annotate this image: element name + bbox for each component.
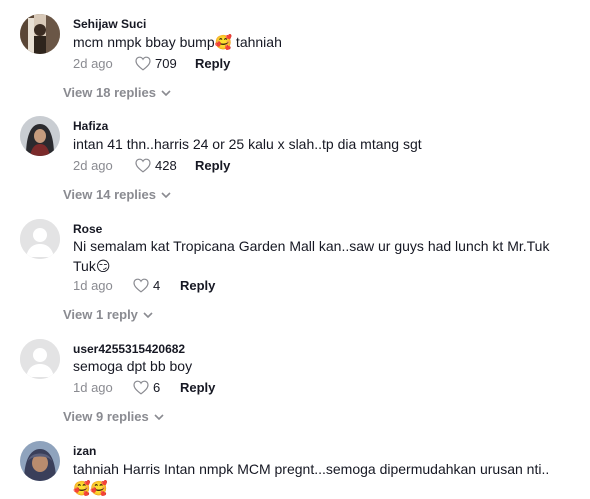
comment-text: tahniah Harris Intan nmpk MCM pregnt...s… [73,459,573,499]
comment-text-tail: tahniah [232,34,282,50]
avatar[interactable] [20,219,60,259]
avatar-photo [20,116,60,156]
comment-text-line: tahniah Harris Intan nmpk MCM pregnt...s… [73,461,550,477]
like-count: 4 [153,278,161,293]
comment-date: 1d ago [73,380,113,395]
view-replies-label: View 14 replies [63,187,156,202]
reply-button[interactable]: Reply [195,56,230,71]
avatar[interactable] [20,14,60,54]
avatar-photo [20,14,60,54]
comment-text: semoga dpt bb boy [73,358,193,374]
default-avatar-icon [20,219,60,259]
chevron-down-icon [161,191,171,198]
view-replies-button[interactable]: View 18 replies [63,85,171,100]
reply-button[interactable]: Reply [180,278,215,293]
comment-text: Ni semalam kat Tropicana Garden Mall kan… [73,236,573,277]
like-count: 709 [155,56,177,71]
reply-button[interactable]: Reply [180,380,215,395]
like-button[interactable]: 4 [133,278,160,293]
avatar[interactable] [20,116,60,156]
view-replies-label: View 18 replies [63,85,156,100]
comment-date: 2d ago [73,158,113,173]
heart-outline-icon [133,278,149,293]
view-replies-button[interactable]: View 14 replies [63,187,171,202]
view-replies-button[interactable]: View 1 reply [63,307,153,322]
like-button[interactable]: 6 [133,380,160,395]
view-replies-label: View 9 replies [63,409,149,424]
comment-text: mcm nmpk bbay bump🥰 tahniah [73,32,573,53]
smiling-face-hearts-emoji: 🥰🥰 [73,481,108,497]
comment-text-line: Tuk😏 [73,256,573,277]
comment-username[interactable]: Sehijaw Suci [73,17,146,31]
avatar[interactable] [20,339,60,379]
like-button[interactable]: 709 [135,56,177,71]
comment-text-word: Tuk [73,258,96,274]
like-count: 428 [155,158,177,173]
comment-date: 1d ago [73,278,113,293]
comment-text-line: Ni semalam kat Tropicana Garden Mall kan… [73,238,550,254]
default-avatar-icon [20,339,60,379]
comment-username[interactable]: izan [73,444,96,458]
like-count: 6 [153,380,161,395]
smirking-face-emoji: 😏 [95,259,111,275]
comment-username[interactable]: user4255315420682 [73,342,185,356]
comment-username[interactable]: Rose [73,222,102,236]
smiling-face-hearts-emoji: 🥰 [214,35,233,51]
avatar[interactable] [20,441,60,481]
comment-text-body: mcm nmpk bbay bump [73,34,215,50]
comment-text: intan 41 thn..harris 24 or 25 kalu x sla… [73,136,422,152]
chevron-down-icon [161,89,171,96]
like-button[interactable]: 428 [135,158,177,173]
view-replies-button[interactable]: View 9 replies [63,409,164,424]
heart-outline-icon [135,158,151,173]
avatar-photo [20,441,60,481]
heart-outline-icon [135,56,151,71]
reply-button[interactable]: Reply [195,158,230,173]
heart-outline-icon [133,380,149,395]
chevron-down-icon [143,311,153,318]
view-replies-label: View 1 reply [63,307,138,322]
comment-date: 2d ago [73,56,113,71]
comment-username[interactable]: Hafiza [73,119,108,133]
chevron-down-icon [154,413,164,420]
